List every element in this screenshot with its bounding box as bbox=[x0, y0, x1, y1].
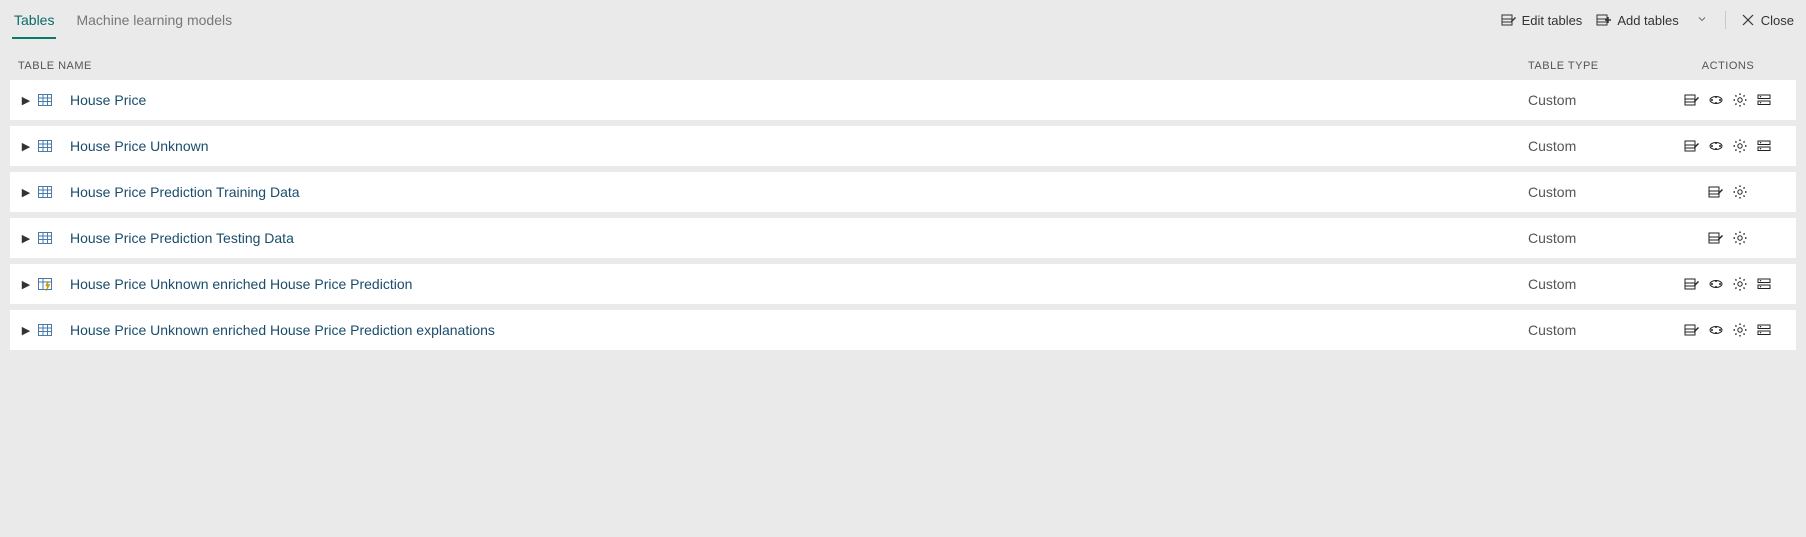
tab-ml-models[interactable]: Machine learning models bbox=[74, 2, 234, 38]
table-type-value: Custom bbox=[1528, 92, 1668, 108]
close-button[interactable]: Close bbox=[1740, 12, 1794, 28]
ml-action-icon[interactable] bbox=[1708, 322, 1724, 338]
edit-table-action-icon[interactable] bbox=[1684, 276, 1700, 292]
row-actions bbox=[1668, 184, 1788, 200]
toolbar-divider bbox=[1725, 11, 1726, 29]
row-actions bbox=[1668, 276, 1788, 292]
table-row: ▶ House Price Unknown enriched House Pric… bbox=[10, 310, 1796, 350]
edit-table-action-icon[interactable] bbox=[1708, 230, 1724, 246]
header-actions: Actions bbox=[1668, 60, 1788, 72]
table-icon bbox=[34, 92, 56, 108]
table-lightning-icon bbox=[34, 276, 56, 292]
add-tables-button[interactable]: Add tables bbox=[1596, 12, 1678, 28]
table-icon bbox=[34, 138, 56, 154]
row-actions bbox=[1668, 230, 1788, 246]
edit-table-action-icon[interactable] bbox=[1684, 138, 1700, 154]
close-label: Close bbox=[1761, 13, 1794, 28]
table-name-link[interactable]: House Price Prediction Training Data bbox=[56, 184, 1528, 200]
table-name-link[interactable]: House Price Unknown enriched House Price… bbox=[56, 276, 1528, 292]
settings-action-icon[interactable] bbox=[1732, 138, 1748, 154]
table-type-value: Custom bbox=[1528, 230, 1668, 246]
tabs: Tables Machine learning models bbox=[12, 2, 234, 38]
expand-toggle[interactable]: ▶ bbox=[18, 278, 34, 291]
content-area: Table Name Table Type Actions ▶ House Pri… bbox=[0, 40, 1806, 366]
expand-toggle[interactable]: ▶ bbox=[18, 232, 34, 245]
table-type-value: Custom bbox=[1528, 276, 1668, 292]
data-action-icon[interactable] bbox=[1756, 276, 1772, 292]
settings-action-icon[interactable] bbox=[1732, 322, 1748, 338]
edit-table-action-icon[interactable] bbox=[1708, 184, 1724, 200]
expand-toggle[interactable]: ▶ bbox=[18, 94, 34, 107]
edit-tables-label: Edit tables bbox=[1522, 13, 1583, 28]
table-name-link[interactable]: House Price bbox=[56, 92, 1528, 108]
header-table-type: Table Type bbox=[1528, 60, 1668, 72]
ml-action-icon[interactable] bbox=[1708, 276, 1724, 292]
ml-action-icon[interactable] bbox=[1708, 92, 1724, 108]
expand-toggle[interactable]: ▶ bbox=[18, 186, 34, 199]
table-icon bbox=[34, 322, 56, 338]
settings-action-icon[interactable] bbox=[1732, 184, 1748, 200]
table-row: ▶ House PriceCustom bbox=[10, 80, 1796, 120]
expand-toggle[interactable]: ▶ bbox=[18, 324, 34, 337]
settings-action-icon[interactable] bbox=[1732, 92, 1748, 108]
edit-tables-button[interactable]: Edit tables bbox=[1501, 12, 1583, 28]
header-table-name: Table Name bbox=[18, 60, 1528, 72]
edit-table-action-icon[interactable] bbox=[1684, 92, 1700, 108]
table-icon bbox=[34, 230, 56, 246]
table-header-row: Table Name Table Type Actions bbox=[10, 50, 1796, 80]
edit-table-action-icon[interactable] bbox=[1684, 322, 1700, 338]
row-actions bbox=[1668, 92, 1788, 108]
data-action-icon[interactable] bbox=[1756, 322, 1772, 338]
table-name-link[interactable]: House Price Prediction Testing Data bbox=[56, 230, 1528, 246]
table-icon bbox=[34, 184, 56, 200]
table-row: ▶ House Price Prediction Testing DataCust… bbox=[10, 218, 1796, 258]
add-table-icon bbox=[1596, 12, 1612, 28]
table-name-link[interactable]: House Price Unknown enriched House Price… bbox=[56, 322, 1528, 338]
expand-toggle[interactable]: ▶ bbox=[18, 140, 34, 153]
table-type-value: Custom bbox=[1528, 322, 1668, 338]
data-action-icon[interactable] bbox=[1756, 138, 1772, 154]
tab-tables[interactable]: Tables bbox=[12, 2, 56, 38]
add-tables-label: Add tables bbox=[1617, 13, 1678, 28]
row-actions bbox=[1668, 138, 1788, 154]
chevron-down-icon bbox=[1696, 13, 1708, 25]
toolbar: Edit tables Add tables Close bbox=[1501, 10, 1794, 30]
table-row: ▶ House Price UnknownCustom bbox=[10, 126, 1796, 166]
table-type-value: Custom bbox=[1528, 138, 1668, 154]
ml-action-icon[interactable] bbox=[1708, 138, 1724, 154]
data-action-icon[interactable] bbox=[1756, 92, 1772, 108]
edit-table-icon bbox=[1501, 12, 1517, 28]
table-row: ▶ House Price Prediction Training DataCus… bbox=[10, 172, 1796, 212]
settings-action-icon[interactable] bbox=[1732, 276, 1748, 292]
close-icon bbox=[1740, 12, 1756, 28]
add-tables-dropdown[interactable] bbox=[1693, 10, 1711, 30]
table-type-value: Custom bbox=[1528, 184, 1668, 200]
table-name-link[interactable]: House Price Unknown bbox=[56, 138, 1528, 154]
top-bar: Tables Machine learning models Edit tabl… bbox=[0, 0, 1806, 40]
settings-action-icon[interactable] bbox=[1732, 230, 1748, 246]
row-actions bbox=[1668, 322, 1788, 338]
table-row: ▶ House Price Unknown enriched House Pric… bbox=[10, 264, 1796, 304]
